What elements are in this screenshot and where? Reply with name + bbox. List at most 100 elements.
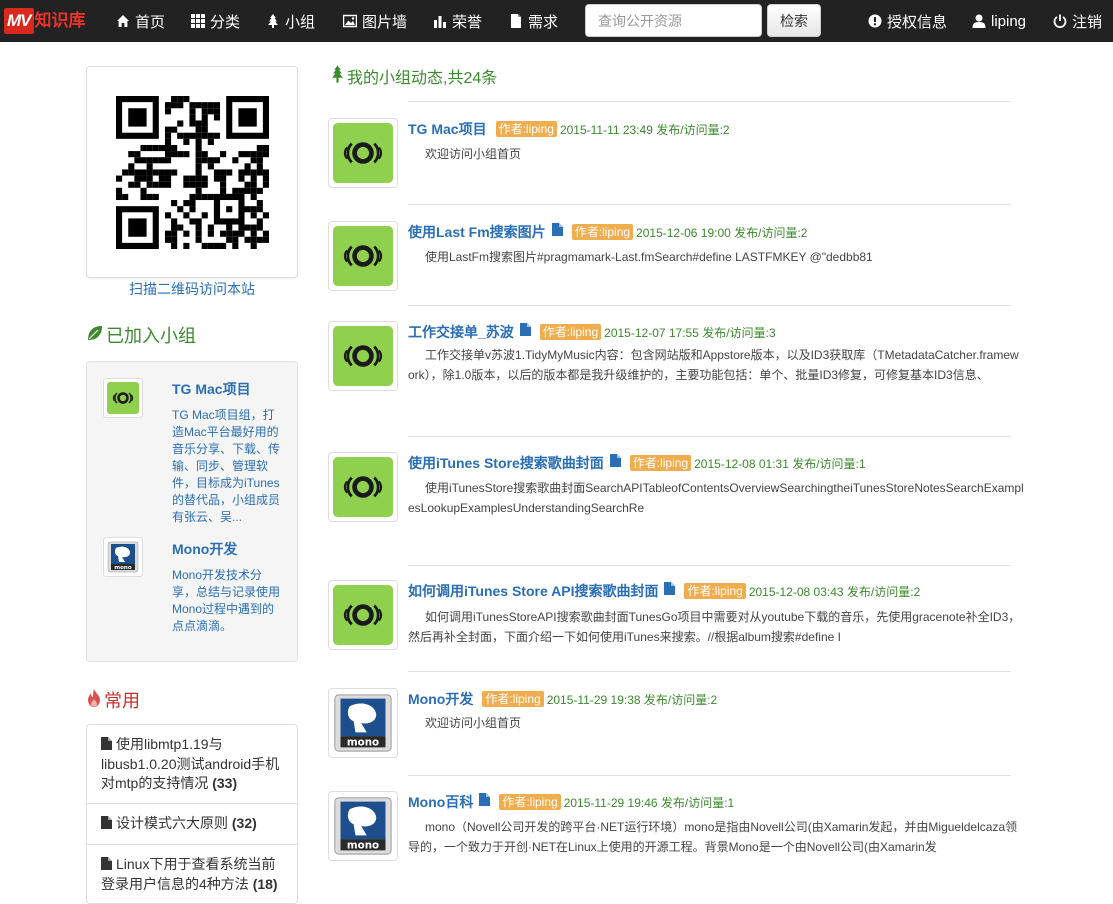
feed-item-thumb[interactable] bbox=[328, 580, 398, 650]
feed-item-meta: 2015-12-08 03:43 发布/访问量:2 bbox=[748, 584, 921, 599]
feed-item-header: 如何调用iTunes Store API搜索歌曲封面 作者:liping 2015-… bbox=[408, 581, 920, 601]
mono-logo-text: mono bbox=[347, 840, 379, 852]
feed-item-thumb[interactable] bbox=[328, 321, 398, 391]
feed-item-title[interactable]: 使用iTunes Store搜索歌曲封面 bbox=[408, 453, 604, 473]
joined-groups-panel: TG Mac项目 TG Mac项目组，打造Mac平台最好用的音乐分享、下载、传输… bbox=[86, 361, 298, 662]
feed-item-header: 使用iTunes Store搜索歌曲封面 作者:liping 2015-12-08 … bbox=[408, 453, 866, 473]
exclamation-circle-icon bbox=[868, 14, 882, 28]
feed-divider bbox=[408, 305, 1011, 306]
nav-user-label: liping bbox=[991, 12, 1027, 30]
picture-icon bbox=[343, 14, 357, 28]
file-icon bbox=[101, 736, 112, 755]
common-heading: 常用 bbox=[86, 687, 140, 713]
feed-item-thumb[interactable]: mono bbox=[328, 688, 398, 758]
feed-item-header: 工作交接单_苏波 作者:liping 2015-12-07 17:55 发布/访问量… bbox=[408, 322, 776, 342]
common-item-count: (33) bbox=[212, 775, 238, 791]
feed-item-title[interactable]: TG Mac项目 bbox=[408, 119, 487, 139]
nav-requirement[interactable]: 需求 bbox=[509, 0, 558, 42]
author-badge: 作者:liping bbox=[571, 224, 634, 240]
brand-text: 知识库 bbox=[34, 11, 86, 30]
common-item-text: 设计模式六大原则 bbox=[116, 815, 228, 831]
bar-chart-icon bbox=[433, 14, 447, 28]
group-title-tg-mac[interactable]: TG Mac项目 bbox=[172, 379, 251, 399]
tg-mac-logo-icon bbox=[333, 457, 393, 517]
file-icon bbox=[519, 323, 531, 341]
feed-item-thumb[interactable] bbox=[328, 118, 398, 188]
nav-logout[interactable]: 注销 bbox=[1053, 0, 1102, 42]
feed-item-meta: 2015-11-11 23:49 发布/访问量:2 bbox=[559, 122, 730, 137]
nav-picture-wall[interactable]: 图片墙 bbox=[343, 0, 407, 42]
feed-heading: 我的小组动态,共24条 bbox=[330, 64, 497, 88]
file-icon bbox=[101, 815, 112, 834]
feed-item-thumb[interactable] bbox=[328, 452, 398, 522]
nav-home[interactable]: 首页 bbox=[116, 0, 165, 42]
common-title: 常用 bbox=[104, 691, 140, 711]
joined-groups-title: 已加入小组 bbox=[106, 326, 196, 346]
qr-caption[interactable]: 扫描二维码访问本站 bbox=[86, 279, 298, 299]
feed-item-meta: 2015-12-07 17:55 发布/访问量:3 bbox=[604, 325, 776, 340]
top-navbar: MV 知识库 首页 分类 小组 图片墙 荣誉 需求 查询公开资源 检索 授权信息… bbox=[0, 0, 1113, 42]
common-item[interactable]: Linux下用于查看系统当前登录用户信息的4种方法 (18) bbox=[87, 845, 297, 903]
nav-groups[interactable]: 小组 bbox=[266, 0, 315, 42]
nav-category[interactable]: 分类 bbox=[191, 0, 240, 42]
home-icon bbox=[116, 14, 130, 28]
feed-divider bbox=[408, 436, 1011, 437]
feed-item-thumb[interactable] bbox=[328, 221, 398, 291]
tg-mac-logo-icon bbox=[333, 226, 393, 286]
feed-divider bbox=[408, 565, 1011, 566]
feed-item-meta: 2015-12-06 19:00 发布/访问量:2 bbox=[636, 225, 808, 240]
search-button[interactable]: 检索 bbox=[767, 4, 821, 37]
feed-divider bbox=[408, 101, 1011, 102]
feed-item-summary: 如何调用iTunesStoreAPI搜索歌曲封面TunesGo项目中需要对从yo… bbox=[408, 610, 1021, 644]
feed-item-summary: 使用iTunesStore搜索歌曲封面SearchAPITableofConte… bbox=[408, 481, 1024, 515]
feed-item-header: TG Mac项目 作者:liping 2015-11-11 23:49 发布/访问量… bbox=[408, 119, 730, 139]
mono-logo-icon: mono bbox=[334, 797, 392, 855]
tg-mac-group-thumb[interactable] bbox=[103, 378, 143, 418]
grid-icon bbox=[191, 14, 205, 28]
nav-license-info[interactable]: 授权信息 bbox=[868, 0, 947, 42]
tree-icon bbox=[266, 14, 280, 28]
feed-item-title[interactable]: Mono开发 bbox=[408, 689, 473, 709]
mono-group-thumb[interactable]: mono bbox=[103, 537, 143, 577]
common-item-count: (32) bbox=[231, 815, 257, 831]
common-item-count: (18) bbox=[252, 876, 278, 892]
feed-item-thumb[interactable]: mono bbox=[328, 791, 398, 861]
feed-item-header: Mono百科 作者:liping 2015-11-29 19:46 发布/访问量:1 bbox=[408, 792, 734, 812]
feed-item-title[interactable]: 使用Last Fm搜索图片 bbox=[408, 222, 546, 242]
feed-item-header: 使用Last Fm搜索图片 作者:liping 2015-12-06 19:00 发… bbox=[408, 222, 807, 242]
feed-item-title[interactable]: 如何调用iTunes Store API搜索歌曲封面 bbox=[408, 581, 658, 601]
common-item-text: 使用libmtp1.19与libusb1.0.20测试android手机对mtp… bbox=[101, 736, 280, 791]
feed-item-summary: 使用LastFm搜索图片#pragmamark-Last.fmSearch#de… bbox=[425, 250, 873, 264]
mono-logo-text: mono bbox=[114, 565, 131, 571]
file-icon bbox=[509, 14, 523, 28]
nav-user[interactable]: liping bbox=[972, 0, 1026, 42]
tg-mac-logo-icon bbox=[333, 326, 393, 386]
feed-item-meta: 2015-11-29 19:38 发布/访问量:2 bbox=[546, 692, 718, 707]
feed-item-title[interactable]: 工作交接单_苏波 bbox=[408, 322, 514, 342]
tg-mac-logo-icon bbox=[107, 382, 139, 414]
feed-item-meta: 2015-12-08 01:31 发布/访问量:1 bbox=[694, 456, 866, 471]
tg-mac-logo-icon bbox=[333, 123, 393, 183]
nav-picture-wall-label: 图片墙 bbox=[362, 13, 408, 31]
group-desc-mono: Mono开发技术分享，总结与记录使用Mono过程中遇到的点点滴滴。 bbox=[172, 568, 281, 633]
joined-groups-heading: 已加入小组 bbox=[86, 322, 196, 348]
nav-logout-label: 注销 bbox=[1072, 13, 1103, 31]
nav-category-label: 分类 bbox=[210, 13, 241, 31]
feed-item-summary: mono（Novell公司开发的跨平台·NET运行环境）mono是指由Novel… bbox=[408, 820, 1018, 854]
file-icon bbox=[664, 582, 676, 600]
file-icon bbox=[101, 856, 112, 875]
author-badge: 作者:liping bbox=[684, 583, 746, 599]
nav-honor[interactable]: 荣誉 bbox=[433, 0, 482, 42]
mono-logo-icon: mono bbox=[107, 541, 139, 573]
group-title-mono[interactable]: Mono开发 bbox=[172, 539, 237, 559]
qr-code-image bbox=[116, 96, 269, 249]
nav-license-label: 授权信息 bbox=[887, 13, 948, 31]
site-logo[interactable]: MV 知识库 bbox=[0, 5, 98, 37]
tg-mac-logo-icon bbox=[333, 585, 393, 645]
feed-item-title[interactable]: Mono百科 bbox=[408, 792, 473, 812]
common-item[interactable]: 设计模式六大原则 (32) bbox=[87, 804, 297, 845]
common-item[interactable]: 使用libmtp1.19与libusb1.0.20测试android手机对mtp… bbox=[87, 725, 297, 804]
search-input[interactable] bbox=[585, 4, 762, 37]
fire-icon bbox=[86, 688, 102, 712]
feed-divider bbox=[408, 671, 1011, 672]
